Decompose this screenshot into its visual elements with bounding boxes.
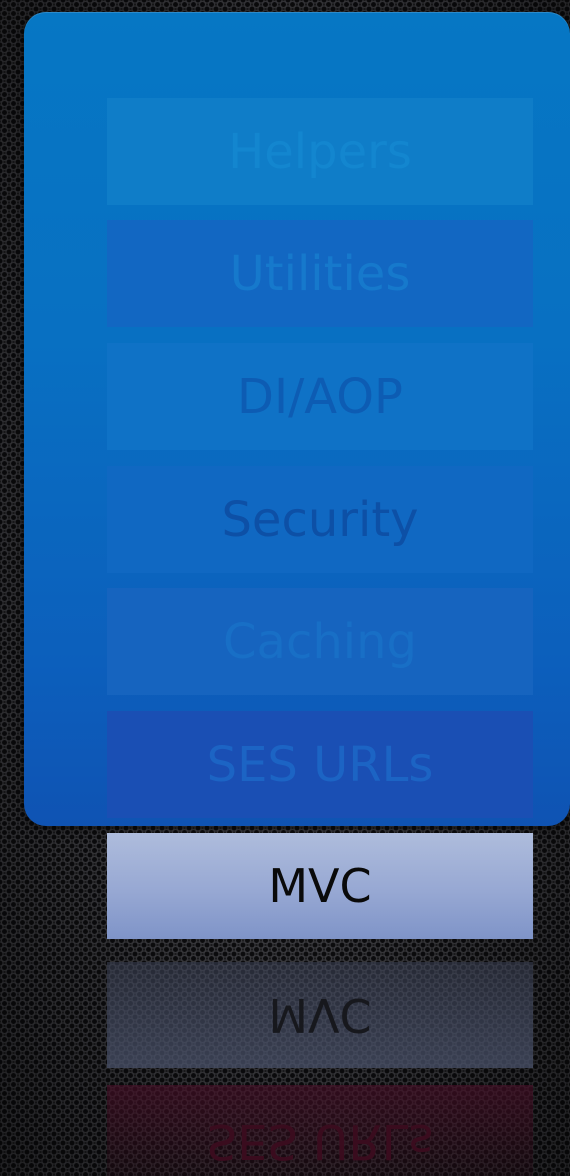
layer-label: Security [221, 491, 419, 548]
layer-label: Utilities [229, 245, 411, 302]
layer-label: MVC [268, 859, 372, 913]
layer-di-aop: DI/AOP [107, 343, 533, 450]
layer-caching: Caching [107, 588, 533, 695]
reflection-mvc: MVC [107, 962, 533, 1068]
reflection-ses-urls: SES URLs [107, 1085, 533, 1176]
layer-label: DI/AOP [236, 368, 403, 425]
layer-label: Helpers [228, 123, 412, 180]
layer-mvc: MVC [107, 833, 533, 939]
layer-utilities: Utilities [107, 220, 533, 327]
layer-security: Security [107, 466, 533, 573]
layer-label: Caching [223, 613, 417, 670]
reflection-label: SES URLs [206, 1112, 434, 1169]
layer-ses-urls: SES URLs [107, 711, 533, 818]
layer-helpers: Helpers [107, 98, 533, 205]
layer-label: SES URLs [206, 736, 434, 793]
reflection-label: MVC [268, 988, 372, 1042]
